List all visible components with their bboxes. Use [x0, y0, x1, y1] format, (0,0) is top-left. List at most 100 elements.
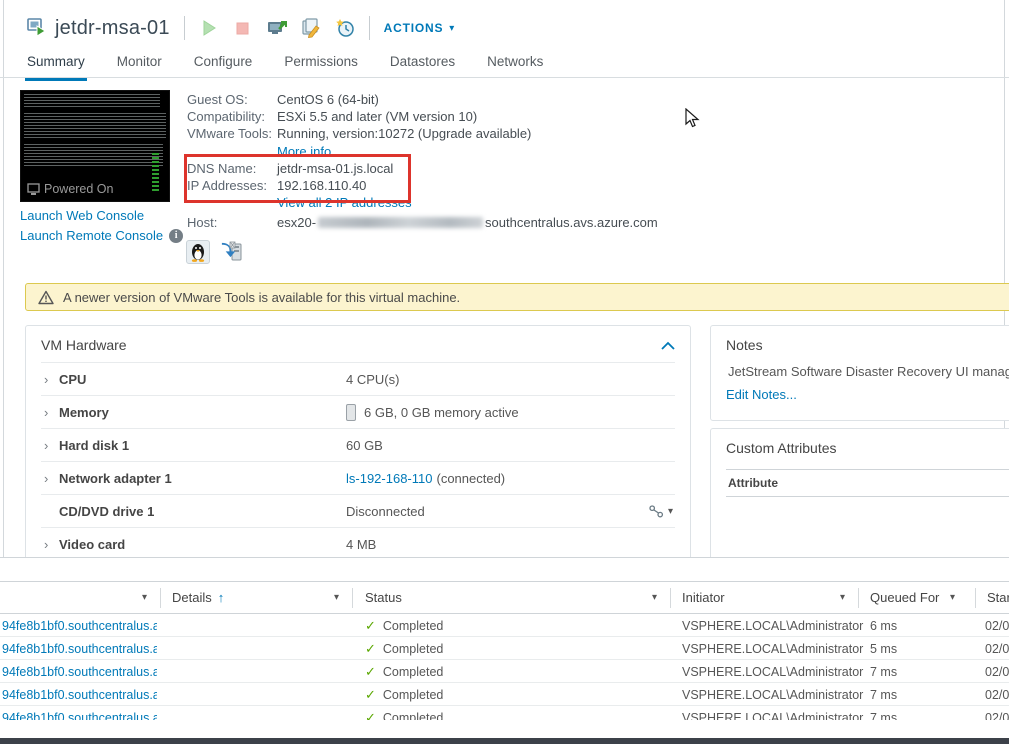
- task-target-link[interactable]: 94fe8b1bf0.southcentralus.a...: [2, 665, 157, 679]
- hw-row-memory: › Memory 6 GB, 0 GB memory active: [41, 395, 675, 428]
- left-pane-edge: [3, 0, 4, 557]
- page-title: jetdr-msa-01: [55, 16, 170, 39]
- tasks-col-start[interactable]: Start: [977, 582, 1009, 613]
- vm-poweredon-icon: [25, 15, 47, 42]
- terminal-green-column: [152, 153, 159, 193]
- hw-row-hard-disk: › Hard disk 1 60 GB: [41, 428, 675, 461]
- compatibility-value: ESXi 5.5 and later (VM version 10): [277, 109, 478, 125]
- actions-label: ACTIONS: [383, 21, 444, 35]
- expand-chevron-icon[interactable]: ›: [41, 537, 59, 552]
- task-queued-for: 7 ms: [870, 664, 898, 679]
- column-separator: [670, 588, 671, 608]
- compatibility-label: Compatibility:: [187, 109, 266, 125]
- completed-check-icon: ✓: [365, 640, 376, 656]
- column-menu-chevron[interactable]: ▾: [652, 582, 657, 613]
- tasks-col-initiator[interactable]: Initiator: [672, 582, 735, 613]
- actions-menu-button[interactable]: ACTIONS ▾: [384, 21, 455, 35]
- view-all-ips-link[interactable]: View all 2 IP addresses: [277, 195, 412, 210]
- task-row[interactable]: 94fe8b1bf0.southcentralus.a... ✓ Complete…: [0, 660, 1009, 683]
- linux-penguin-icon: [186, 240, 210, 264]
- task-status: Completed: [382, 618, 444, 633]
- hw-row-cpu: › CPU 4 CPU(s): [41, 362, 675, 395]
- expand-chevron-icon[interactable]: ›: [41, 438, 59, 453]
- expand-chevron-icon[interactable]: ›: [41, 405, 59, 420]
- power-off-icon[interactable]: [233, 18, 253, 38]
- hw-value: ls-192-168-110 (connected): [346, 471, 505, 486]
- tab-summary[interactable]: Summary: [25, 50, 87, 81]
- edit-settings-icon[interactable]: [301, 18, 321, 38]
- tab-datastores[interactable]: Datastores: [388, 50, 457, 81]
- task-row[interactable]: 94fe8b1bf0.southcentralus.a... ✓ Complete…: [0, 614, 1009, 637]
- expand-chevron-icon[interactable]: ›: [41, 471, 59, 486]
- power-state-label: Powered On: [44, 182, 114, 196]
- task-start-time: 02/0: [985, 664, 1009, 679]
- task-row[interactable]: 94fe8b1bf0.southcentralus.a... ✓ Complete…: [0, 706, 1009, 721]
- dns-name-value: jetdr-msa-01.js.local: [277, 160, 394, 176]
- tasks-col-target: [0, 582, 20, 613]
- vm-toolbar: [199, 18, 355, 38]
- host-suffix: southcentralus.avs.azure.com: [485, 215, 658, 231]
- vm-hardware-panel: VM Hardware › CPU 4 CPU(s) › Memory 6 GB…: [25, 325, 691, 585]
- launch-remote-console-link[interactable]: Launch Remote Console: [20, 228, 163, 243]
- vmware-tools-label: VMware Tools:: [187, 126, 273, 142]
- details-header-label[interactable]: Details: [172, 590, 212, 605]
- tasks-header-row: ▾ Details ↑ ▾ Status ▾ Initiator ▾ Queue…: [0, 581, 1009, 614]
- tasks-col-queued-for[interactable]: Queued For: [860, 582, 949, 613]
- task-status: Completed: [382, 664, 444, 679]
- task-target-link[interactable]: 94fe8b1bf0.southcentralus.a...: [2, 711, 157, 721]
- tab-bar: Summary Monitor Configure Permissions Da…: [0, 50, 1009, 81]
- task-queued-for: 6 ms: [870, 618, 898, 633]
- snapshot-icon[interactable]: [335, 18, 355, 38]
- task-queued-for: 5 ms: [870, 641, 898, 656]
- task-row[interactable]: 94fe8b1bf0.southcentralus.a... ✓ Complete…: [0, 683, 1009, 706]
- vm-console-thumbnail[interactable]: Powered On: [20, 90, 170, 202]
- chevron-down-icon: ▾: [667, 505, 673, 517]
- vsphere-vm-summary-page: jetdr-msa-01 ACTIONS ▾ Summary Monitor C…: [0, 0, 1009, 744]
- host-label: Host:: [187, 215, 218, 231]
- hw-row-video-card: › Video card 4 MB: [41, 527, 675, 560]
- hw-label: Video card: [59, 536, 126, 552]
- task-initiator: VSPHERE.LOCAL\Administrator: [682, 710, 864, 721]
- launch-console-icon[interactable]: [267, 18, 287, 38]
- host-redacted-segment: [318, 217, 484, 229]
- hw-value: 4 MB: [346, 536, 377, 552]
- expand-chevron-icon[interactable]: ›: [41, 372, 59, 387]
- mouse-cursor: [685, 107, 701, 135]
- custom-attributes-panel: Custom Attributes Attribute: [710, 428, 1009, 568]
- tasks-col-status[interactable]: Status: [355, 582, 412, 613]
- edit-notes-link[interactable]: Edit Notes...: [711, 383, 797, 402]
- more-info-link[interactable]: More info: [277, 144, 331, 159]
- tasks-col-details: Details ↑: [162, 582, 234, 613]
- column-menu-chevron[interactable]: ▾: [950, 582, 955, 613]
- tab-networks[interactable]: Networks: [485, 50, 545, 81]
- column-menu-chevron[interactable]: ▾: [840, 582, 845, 613]
- task-start-time: 02/0: [985, 618, 1009, 633]
- collapse-chevron-icon[interactable]: [661, 341, 675, 350]
- tab-permissions[interactable]: Permissions: [282, 50, 360, 81]
- cddvd-connect-control[interactable]: ▾: [649, 504, 673, 518]
- task-row[interactable]: 94fe8b1bf0.southcentralus.a... ✓ Complete…: [0, 637, 1009, 660]
- column-menu-chevron[interactable]: ▾: [142, 582, 147, 613]
- launch-web-console-link[interactable]: Launch Web Console: [20, 208, 144, 223]
- hw-label: CD/DVD drive 1: [59, 503, 155, 519]
- task-target-link[interactable]: 94fe8b1bf0.southcentralus.a...: [2, 688, 157, 702]
- chevron-down-icon: ▾: [449, 22, 456, 34]
- info-icon[interactable]: i: [169, 228, 184, 243]
- column-menu-chevron[interactable]: ▾: [334, 582, 339, 613]
- network-link[interactable]: ls-192-168-110: [346, 471, 432, 486]
- toolbar-divider: [183, 16, 185, 40]
- task-queued-for: 7 ms: [870, 710, 898, 721]
- hw-row-cddvd: CD/DVD drive 1 Disconnected ▾: [41, 494, 675, 527]
- connect-device-icon: [649, 504, 664, 517]
- power-on-icon[interactable]: [199, 18, 219, 38]
- task-target-link[interactable]: 94fe8b1bf0.southcentralus.a...: [2, 642, 157, 656]
- task-target-link[interactable]: 94fe8b1bf0.southcentralus.a...: [2, 619, 157, 633]
- console-links: Launch Web Console Launch Remote Console…: [20, 208, 184, 248]
- hw-value: 6 GB, 0 GB memory active: [346, 403, 519, 421]
- column-separator: [975, 588, 976, 608]
- tab-configure[interactable]: Configure: [192, 50, 255, 81]
- memory-value-text: 6 GB, 0 GB memory active: [364, 404, 519, 420]
- tab-monitor[interactable]: Monitor: [115, 50, 164, 81]
- terminal-text-lines: [24, 113, 167, 139]
- hw-value: 4 CPU(s): [346, 371, 400, 387]
